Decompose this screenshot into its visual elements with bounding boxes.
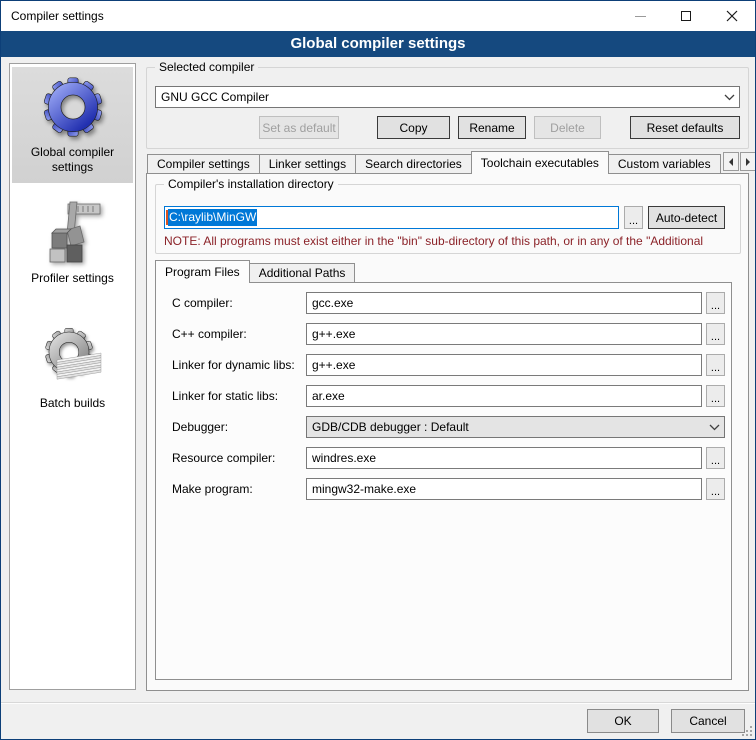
tab-scroll-right-button[interactable] (740, 152, 756, 171)
field-row-linker-dynamic: Linker for dynamic libs: g++.exe... (156, 354, 733, 376)
sidebar-item-batch-builds[interactable]: Batch builds (12, 318, 133, 419)
sidebar-item-label: Batch builds (12, 394, 133, 419)
sidebar: Global compiler settings Profiler setting… (9, 63, 136, 690)
compiler-combobox[interactable]: GNU GCC Compiler (155, 86, 740, 108)
selected-compiler-group: Selected compiler GNU GCC Compiler Set a… (146, 67, 749, 149)
window-title: Compiler settings (1, 9, 617, 23)
linker-static-value: ar.exe (312, 389, 345, 403)
profiler-caliper-icon (12, 197, 133, 269)
arrow-right-icon (745, 158, 751, 166)
debugger-combobox[interactable]: GDB/CDB debugger : Default (306, 416, 725, 438)
subtab-additional-paths[interactable]: Additional Paths (249, 263, 356, 283)
field-row-c-compiler: C compiler: gcc.exe... (156, 292, 733, 314)
make-program-label: Make program: (172, 482, 253, 496)
reset-defaults-button[interactable]: Reset defaults (630, 116, 740, 139)
installation-note: NOTE: All programs must exist either in … (164, 234, 738, 248)
resource-compiler-label: Resource compiler: (172, 451, 275, 465)
cpp-compiler-browse-button[interactable]: ... (706, 323, 725, 345)
minimize-button[interactable] (617, 1, 663, 31)
tab-linker-settings[interactable]: Linker settings (259, 154, 356, 174)
field-row-resource-compiler: Resource compiler: windres.exe... (156, 447, 733, 469)
auto-detect-button[interactable]: Auto-detect (648, 206, 725, 229)
batch-builds-gear-icon (12, 322, 133, 394)
sidebar-item-global-compiler-settings[interactable]: Global compiler settings (12, 67, 133, 183)
c-compiler-value: gcc.exe (312, 296, 353, 310)
cancel-button[interactable]: Cancel (671, 709, 745, 733)
close-button[interactable] (709, 1, 755, 31)
blue-gear-icon (12, 71, 133, 143)
footer-divider (1, 702, 755, 704)
compiler-settings-window: Compiler settings Global compiler settin… (0, 0, 756, 740)
chevron-down-icon (719, 94, 739, 101)
installation-directory-group-label: Compiler's installation directory (164, 177, 338, 191)
dialog-banner: Global compiler settings (1, 31, 755, 57)
resource-compiler-browse-button[interactable]: ... (706, 447, 725, 469)
linker-static-label: Linker for static libs: (172, 389, 278, 403)
cpp-compiler-label: C++ compiler: (172, 327, 247, 341)
sidebar-item-label: Profiler settings (12, 269, 133, 294)
arrow-left-icon (728, 158, 734, 166)
linker-dynamic-browse-button[interactable]: ... (706, 354, 725, 376)
ok-button[interactable]: OK (587, 709, 659, 733)
tab-scroll-arrows (722, 152, 756, 171)
sidebar-item-label: Global compiler settings (12, 143, 133, 183)
field-row-make-program: Make program: mingw32-make.exe... (156, 478, 733, 500)
minimize-icon (635, 16, 646, 17)
debugger-value: GDB/CDB debugger : Default (312, 420, 704, 434)
maximize-icon (681, 11, 691, 21)
chevron-down-icon (704, 424, 724, 431)
debugger-label: Debugger: (172, 420, 228, 434)
linker-dynamic-input[interactable]: g++.exe (306, 354, 702, 376)
maximize-button[interactable] (663, 1, 709, 31)
close-icon (726, 10, 738, 22)
tab-search-directories[interactable]: Search directories (355, 154, 472, 174)
linker-dynamic-value: g++.exe (312, 358, 355, 372)
program-files-subtabs: Program FilesAdditional Paths (155, 260, 355, 283)
rename-button[interactable]: Rename (458, 116, 526, 139)
browse-directory-button[interactable]: ... (624, 206, 643, 229)
field-row-debugger: Debugger: GDB/CDB debugger : Default (156, 416, 733, 438)
selected-compiler-group-label: Selected compiler (155, 60, 258, 74)
make-program-value: mingw32-make.exe (312, 482, 416, 496)
make-program-browse-button[interactable]: ... (706, 478, 725, 500)
tab-toolchain-executables[interactable]: Toolchain executables (471, 151, 609, 174)
c-compiler-input[interactable]: gcc.exe (306, 292, 702, 314)
compiler-combobox-value: GNU GCC Compiler (161, 90, 719, 104)
linker-static-input[interactable]: ar.exe (306, 385, 702, 407)
resource-compiler-input[interactable]: windres.exe (306, 447, 702, 469)
main-tabs: Compiler settingsLinker settingsSearch d… (147, 151, 721, 174)
c-compiler-label: C compiler: (172, 296, 233, 310)
make-program-input[interactable]: mingw32-make.exe (306, 478, 702, 500)
sidebar-item-profiler-settings[interactable]: Profiler settings (12, 193, 133, 294)
installation-directory-group: Compiler's installation directory C:\ray… (155, 184, 741, 254)
copy-button[interactable]: Copy (377, 116, 450, 139)
cpp-compiler-value: g++.exe (312, 327, 355, 341)
c-compiler-browse-button[interactable]: ... (706, 292, 725, 314)
resize-grip-icon[interactable] (742, 726, 752, 736)
installation-directory-value: C:\raylib\MinGW (168, 209, 257, 226)
titlebar: Compiler settings (1, 1, 755, 31)
tab-compiler-settings[interactable]: Compiler settings (147, 154, 260, 174)
tab-custom-variables[interactable]: Custom variables (608, 154, 721, 174)
field-row-cpp-compiler: C++ compiler: g++.exe... (156, 323, 733, 345)
toolchain-executables-panel: Compiler's installation directory C:\ray… (146, 173, 749, 691)
linker-dynamic-label: Linker for dynamic libs: (172, 358, 295, 372)
field-row-linker-static: Linker for static libs: ar.exe... (156, 385, 733, 407)
subtab-program-files[interactable]: Program Files (155, 260, 250, 283)
compiler-buttons-row: Set as default Copy Rename Delete Reset defa… (155, 116, 740, 139)
delete-button: Delete (534, 116, 601, 139)
cpp-compiler-input[interactable]: g++.exe (306, 323, 702, 345)
tab-scroll-left-button[interactable] (723, 152, 739, 171)
set-as-default-button: Set as default (259, 116, 339, 139)
program-files-panel: C compiler: gcc.exe... C++ compiler: g++.ex… (155, 282, 732, 680)
resource-compiler-value: windres.exe (312, 451, 376, 465)
tab-build-options[interactable]: Build options (720, 154, 721, 174)
linker-static-browse-button[interactable]: ... (706, 385, 725, 407)
installation-directory-input[interactable]: C:\raylib\MinGW (164, 206, 619, 229)
